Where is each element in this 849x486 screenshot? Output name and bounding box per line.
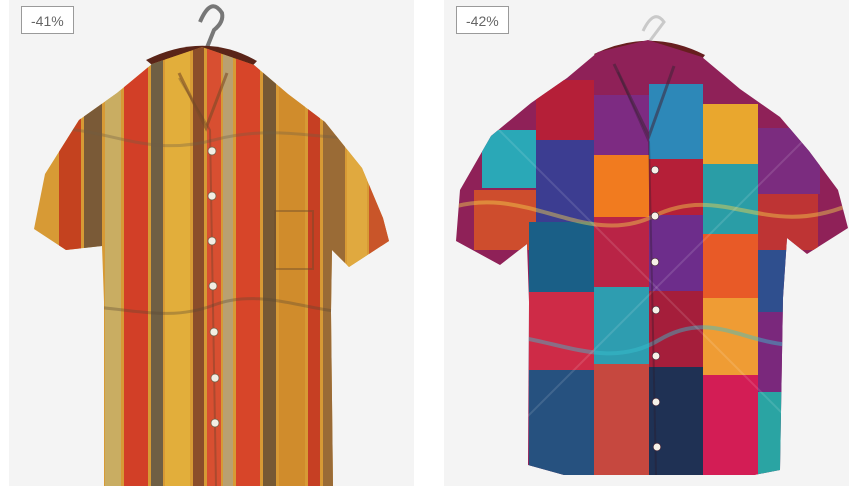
discount-badge: -42% — [456, 6, 509, 34]
product-image[interactable] — [444, 0, 849, 486]
product-grid: -41% -42% — [0, 0, 849, 486]
product-card-1[interactable]: -41% — [9, 0, 414, 486]
hanger-hook — [641, 15, 666, 43]
product-card-2[interactable]: -42% — [444, 0, 849, 486]
discount-badge: -41% — [21, 6, 74, 34]
product-image[interactable] — [9, 0, 414, 486]
hanger-hook — [198, 4, 225, 51]
patchwork-shirt-icon — [456, 40, 848, 475]
